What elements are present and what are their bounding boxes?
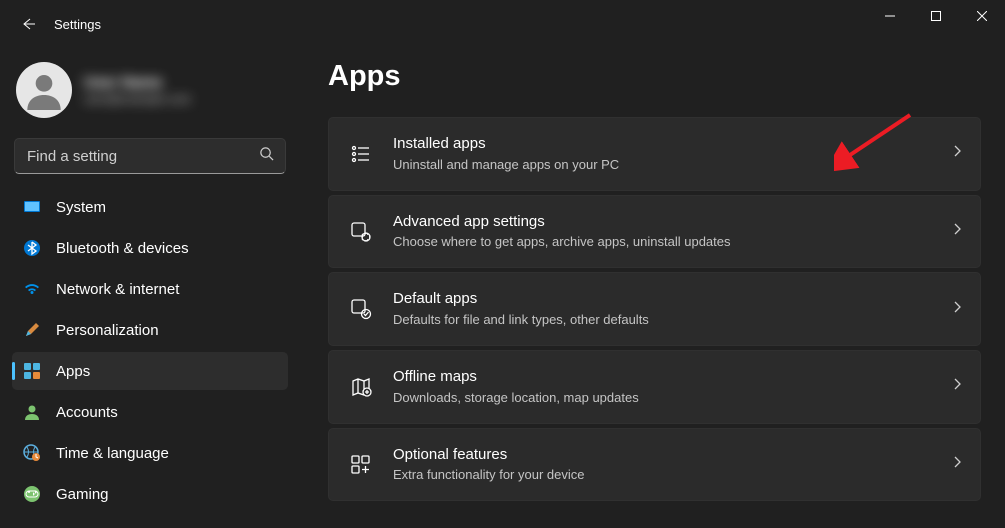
bluetooth-icon xyxy=(22,238,42,258)
sidebar-item-label: Network & internet xyxy=(56,281,179,298)
sidebar-item-time[interactable]: Time & language xyxy=(12,434,288,472)
profile-info: User Name user@example.com xyxy=(84,74,191,106)
chevron-right-icon xyxy=(950,222,964,241)
card-desc: Choose where to get apps, archive apps, … xyxy=(393,233,932,251)
sidebar-item-system[interactable]: System xyxy=(12,188,288,226)
window-title: Settings xyxy=(54,17,101,32)
back-arrow-icon xyxy=(20,16,36,32)
card-title: Installed apps xyxy=(393,134,932,154)
search-icon xyxy=(259,146,274,166)
card-advanced-app-settings[interactable]: Advanced app settings Choose where to ge… xyxy=(328,195,981,269)
titlebar: Settings xyxy=(0,0,1005,48)
card-installed-apps[interactable]: Installed apps Uninstall and manage apps… xyxy=(328,117,981,191)
app-gear-icon xyxy=(347,218,375,246)
sidebar-item-label: Apps xyxy=(56,363,90,380)
minimize-icon xyxy=(885,11,895,21)
profile-email: user@example.com xyxy=(84,92,191,106)
sidebar-nav: System Bluetooth & devices Network & int… xyxy=(12,188,288,513)
sidebar-item-label: Time & language xyxy=(56,445,169,462)
sidebar-item-apps[interactable]: Apps xyxy=(12,352,288,390)
sidebar-item-bluetooth[interactable]: Bluetooth & devices xyxy=(12,229,288,267)
map-icon xyxy=(347,373,375,401)
search-input[interactable] xyxy=(14,138,286,174)
list-apps-icon xyxy=(347,140,375,168)
sidebar-item-personalization[interactable]: Personalization xyxy=(12,311,288,349)
card-desc: Uninstall and manage apps on your PC xyxy=(393,156,932,174)
card-default-apps[interactable]: Default apps Defaults for file and link … xyxy=(328,272,981,346)
person-icon xyxy=(24,70,64,110)
chevron-right-icon xyxy=(950,144,964,163)
user-icon xyxy=(22,402,42,422)
maximize-icon xyxy=(931,11,941,21)
sidebar-item-label: Bluetooth & devices xyxy=(56,240,189,257)
apps-icon xyxy=(22,361,42,381)
sidebar-item-accounts[interactable]: Accounts xyxy=(12,393,288,431)
minimize-button[interactable] xyxy=(867,0,913,32)
card-title: Optional features xyxy=(393,445,932,465)
profile-block[interactable]: User Name user@example.com xyxy=(12,54,288,134)
card-desc: Extra functionality for your device xyxy=(393,466,932,484)
sidebar-item-label: System xyxy=(56,199,106,216)
card-title: Advanced app settings xyxy=(393,212,932,232)
paintbrush-icon xyxy=(22,320,42,340)
back-button[interactable] xyxy=(8,4,48,44)
chevron-right-icon xyxy=(950,377,964,396)
window-controls xyxy=(867,0,1005,32)
sidebar: User Name user@example.com System xyxy=(0,48,300,528)
settings-cards: Installed apps Uninstall and manage apps… xyxy=(328,117,981,501)
sidebar-item-label: Accounts xyxy=(56,404,118,421)
monitor-icon xyxy=(22,197,42,217)
features-plus-icon xyxy=(347,451,375,479)
sidebar-item-gaming[interactable]: Gaming xyxy=(12,475,288,513)
sidebar-item-network[interactable]: Network & internet xyxy=(12,270,288,308)
sidebar-item-label: Personalization xyxy=(56,322,159,339)
gamepad-icon xyxy=(22,484,42,504)
page-title: Apps xyxy=(328,60,981,93)
close-button[interactable] xyxy=(959,0,1005,32)
close-icon xyxy=(977,11,987,21)
card-title: Offline maps xyxy=(393,367,932,387)
app-check-icon xyxy=(347,295,375,323)
card-offline-maps[interactable]: Offline maps Downloads, storage location… xyxy=(328,350,981,424)
main-content: Apps Installed apps Uninstall and manage… xyxy=(300,48,1005,528)
profile-name: User Name xyxy=(84,74,191,92)
card-optional-features[interactable]: Optional features Extra functionality fo… xyxy=(328,428,981,502)
globe-clock-icon xyxy=(22,443,42,463)
sidebar-item-label: Gaming xyxy=(56,486,109,503)
card-desc: Downloads, storage location, map updates xyxy=(393,389,932,407)
search-wrap xyxy=(14,138,286,174)
avatar xyxy=(16,62,72,118)
wifi-icon xyxy=(22,279,42,299)
card-title: Default apps xyxy=(393,289,932,309)
card-desc: Defaults for file and link types, other … xyxy=(393,311,932,329)
chevron-right-icon xyxy=(950,300,964,319)
maximize-button[interactable] xyxy=(913,0,959,32)
chevron-right-icon xyxy=(950,455,964,474)
